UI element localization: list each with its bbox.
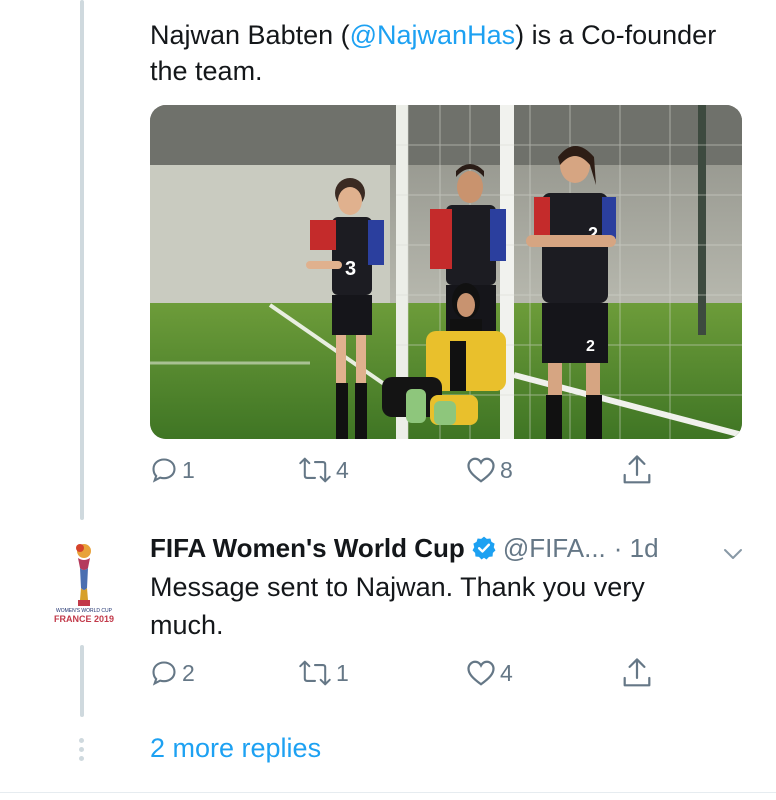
avatar[interactable]: WOMEN'S WORLD CUP FRANCE 2019: [50, 538, 118, 630]
like-button[interactable]: 4: [466, 653, 513, 693]
timestamp[interactable]: · 1d: [614, 533, 659, 564]
avatar-caption: FRANCE 2019: [54, 614, 114, 624]
like-button[interactable]: 8: [466, 450, 513, 490]
mention-link[interactable]: @NajwanHas: [350, 20, 515, 50]
share-button[interactable]: [622, 450, 652, 490]
retweet-button[interactable]: 1: [298, 653, 349, 693]
like-icon: [466, 659, 496, 687]
reply-text: Message sent to Najwan. Thank you very m…: [150, 572, 645, 640]
retweet-icon: [298, 659, 332, 687]
chevron-down-icon[interactable]: [722, 538, 744, 569]
thread-line-bottom: [80, 645, 84, 717]
svg-text:3: 3: [345, 258, 356, 280]
reply-icon: [150, 456, 178, 484]
reply-button[interactable]: 2: [150, 653, 195, 693]
share-icon: [622, 657, 652, 689]
reply-icon: [150, 659, 178, 687]
handle[interactable]: @FIFA...: [503, 533, 606, 564]
tweet-header: FIFA Women's World Cup @FIFA... · 1d: [150, 528, 750, 568]
retweet-count: 4: [336, 456, 349, 483]
reply-button[interactable]: 1: [150, 450, 195, 490]
tweet-photo[interactable]: 3 2 2: [150, 105, 742, 439]
verified-icon: [471, 535, 497, 561]
retweet-button[interactable]: 4: [298, 450, 349, 490]
tweet-text-start: Najwan Babten (: [150, 20, 350, 50]
like-count: 4: [500, 659, 513, 686]
more-replies-link[interactable]: 2 more replies: [150, 733, 321, 764]
reply-count: 1: [182, 456, 195, 483]
retweet-count: 1: [336, 659, 349, 686]
reply-actions: 2 1 4: [150, 653, 670, 693]
reply-count: 2: [182, 659, 195, 686]
like-count: 8: [500, 456, 513, 483]
retweet-icon: [298, 456, 332, 484]
divider: [0, 792, 776, 793]
tweet-text: Najwan Babten (@NajwanHas) is a Co-found…: [150, 17, 730, 89]
share-button[interactable]: [622, 653, 652, 693]
like-icon: [466, 456, 496, 484]
tweet-actions: 1 4 8: [150, 450, 670, 490]
svg-text:2: 2: [586, 338, 595, 355]
display-name[interactable]: FIFA Women's World Cup: [150, 533, 465, 564]
thread-line-top: [80, 0, 84, 520]
share-icon: [622, 454, 652, 486]
more-replies-dots: [79, 738, 85, 765]
